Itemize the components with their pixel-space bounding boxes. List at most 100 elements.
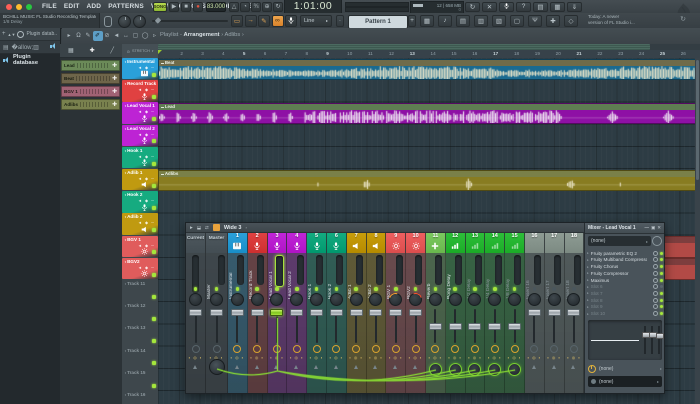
- strip-pan-knob[interactable]: [508, 293, 521, 306]
- strip-led[interactable]: [255, 287, 259, 291]
- track-armed-led[interactable]: [152, 361, 156, 365]
- slot-name[interactable]: Slot 10: [591, 311, 605, 316]
- remote-icon[interactable]: ◇: [564, 15, 578, 27]
- strip-pan-knob[interactable]: [290, 293, 303, 306]
- slot-name[interactable]: Slot 8: [591, 298, 603, 303]
- track-header-13[interactable]: Track 13: [122, 324, 158, 345]
- slot-mix-knob[interactable]: [653, 291, 658, 296]
- stereo-sep-knob[interactable]: [530, 345, 538, 353]
- strip-pan-knob[interactable]: [429, 293, 442, 306]
- strip-body[interactable]: Adlib 2▪ ◎ ▪: [367, 253, 386, 393]
- track-mic-icon[interactable]: [141, 93, 148, 100]
- route-arrow[interactable]: [354, 365, 358, 369]
- mixer-strip-lead-vocal-1[interactable]: 3Lead Vocal 1▪ ◎ ▪: [268, 233, 288, 393]
- playlist-icon[interactable]: ▦: [420, 15, 434, 27]
- strip-fader[interactable]: [369, 309, 382, 316]
- update-notice[interactable]: Today: A newer version of FL Studio i...…: [588, 14, 688, 27]
- strip-led[interactable]: [394, 287, 398, 291]
- export-icon[interactable]: ⇓: [567, 2, 582, 12]
- strip-pan-knob[interactable]: [251, 293, 264, 306]
- strip-header[interactable]: 4: [287, 233, 306, 253]
- strip-header[interactable]: 18: [565, 233, 584, 253]
- strip-pan-knob[interactable]: [270, 293, 283, 306]
- track-speaker-icon[interactable]: [141, 181, 148, 188]
- strip-pan-knob[interactable]: [210, 293, 223, 306]
- strip-header[interactable]: 6: [327, 233, 346, 253]
- draw-icon[interactable]: ✎: [258, 15, 270, 27]
- track-armed-led[interactable]: [152, 117, 156, 121]
- playback-icon[interactable]: ▹: [150, 31, 160, 41]
- overdub-icon[interactable]: ⊕: [262, 2, 272, 12]
- close-window-button[interactable]: [6, 4, 12, 10]
- slot-enable-led[interactable]: [660, 292, 663, 295]
- strip-header[interactable]: 7: [347, 233, 366, 253]
- snap-selector[interactable]: Line▸: [300, 15, 332, 27]
- strip-header[interactable]: 2: [248, 233, 267, 253]
- track-controls[interactable]: ◄ ◆ ─: [138, 154, 155, 159]
- track-sun-icon[interactable]: [141, 270, 148, 277]
- strip-led[interactable]: [572, 287, 576, 291]
- strip-pan-knob[interactable]: [310, 293, 323, 306]
- record-button[interactable]: ●: [193, 2, 203, 12]
- route-arrow[interactable]: [413, 365, 417, 369]
- strip-header[interactable]: 15: [505, 233, 524, 253]
- track-armed-led[interactable]: [152, 273, 156, 277]
- delete-icon[interactable]: ⊘: [102, 31, 112, 41]
- strip-body[interactable]: Master▪ ◎ ▪: [206, 253, 227, 393]
- track-mic-icon[interactable]: [141, 137, 148, 144]
- tempo-display[interactable]: 83.000: [206, 2, 226, 12]
- playlist-breadcrumb[interactable]: Playlist - Arrangement › Adlibs ›: [160, 32, 244, 38]
- strip-header[interactable]: 9: [386, 233, 405, 253]
- strip-header[interactable]: 11: [426, 233, 445, 253]
- loop-record-icon[interactable]: ↻: [273, 2, 283, 12]
- slot-name[interactable]: Fruity Chorus: [591, 264, 619, 269]
- strip-body[interactable]: Instrumental▪ ◎ ▪: [228, 253, 247, 393]
- mixer-strip-insert-17[interactable]: 17Insert 17▪ ◎ ▪: [545, 233, 565, 393]
- slot-enable-led[interactable]: [660, 285, 663, 288]
- strip-body[interactable]: Lead Vocal 1▪ ◎ ▪: [268, 253, 287, 393]
- strip-fader[interactable]: [389, 309, 402, 316]
- strip-led[interactable]: [275, 287, 279, 291]
- slot-enable-led[interactable]: [660, 258, 663, 261]
- piano-roll-icon[interactable]: ♪: [438, 15, 452, 27]
- audio-tab-icon[interactable]: ✚: [90, 47, 95, 54]
- slot-mix-knob[interactable]: [653, 311, 658, 316]
- plugin-picker-icon[interactable]: Ψ: [528, 15, 542, 27]
- mixer-strip-master[interactable]: MasterMaster▪ ◎ ▪: [206, 233, 228, 393]
- pattern-selector[interactable]: Pattern 1: [348, 15, 408, 29]
- track-armed-led[interactable]: [152, 250, 156, 254]
- slot-mix-knob[interactable]: [653, 264, 658, 269]
- typing-piano-icon[interactable]: ▭: [231, 15, 243, 27]
- strip-led[interactable]: [236, 287, 240, 291]
- route-arrow[interactable]: [193, 365, 197, 369]
- mixer-strip-record-track[interactable]: 2Record Track▪ ◎ ▪: [248, 233, 268, 393]
- playlist-clip-lead[interactable]: Lead: [158, 103, 700, 125]
- strip-pan-knob[interactable]: [468, 293, 481, 306]
- rack-dial-icon[interactable]: [652, 236, 662, 246]
- browser-item-plugin-database[interactable]: Plugin database: [0, 54, 60, 66]
- stereo-sep-knob[interactable]: [412, 345, 420, 353]
- strip-pan-knob[interactable]: [548, 293, 561, 306]
- strip-body[interactable]: BGV2▪ ◎ ▪: [406, 253, 425, 393]
- rack-preset-dropdown[interactable]: (none)▸: [588, 236, 651, 246]
- strip-led[interactable]: [473, 287, 477, 291]
- strip-fader[interactable]: [548, 309, 561, 316]
- picker-clip-bgv-1[interactable]: BGV 1✚: [61, 86, 120, 97]
- stereo-sep-knob[interactable]: [253, 345, 261, 353]
- save-new-icon[interactable]: ▦: [550, 2, 565, 12]
- track-header-12[interactable]: Track 12: [122, 302, 158, 323]
- patterns-tab-icon[interactable]: ▦: [68, 47, 74, 54]
- play-button[interactable]: ▶: [169, 2, 179, 12]
- strip-fader[interactable]: [310, 309, 323, 316]
- strip-led[interactable]: [374, 287, 378, 291]
- track-controls[interactable]: ◄ ◆ ─: [138, 243, 155, 248]
- mixer-strip-insert-18[interactable]: 18Insert 18▪ ◎ ▪: [565, 233, 585, 393]
- refresh-icon[interactable]: ↻: [680, 17, 686, 23]
- rack-slot-8[interactable]: ▸Slot 8: [587, 297, 663, 304]
- track-armed-led[interactable]: [152, 184, 156, 188]
- project-picker-icon[interactable]: ▢: [510, 15, 524, 27]
- strip-pan-knob[interactable]: [409, 293, 422, 306]
- playlist-clip-adlibs[interactable]: Adlibs: [158, 170, 700, 192]
- slot-mix-knob[interactable]: [653, 257, 658, 262]
- slot-name[interactable]: Fruity Compressor: [591, 271, 629, 276]
